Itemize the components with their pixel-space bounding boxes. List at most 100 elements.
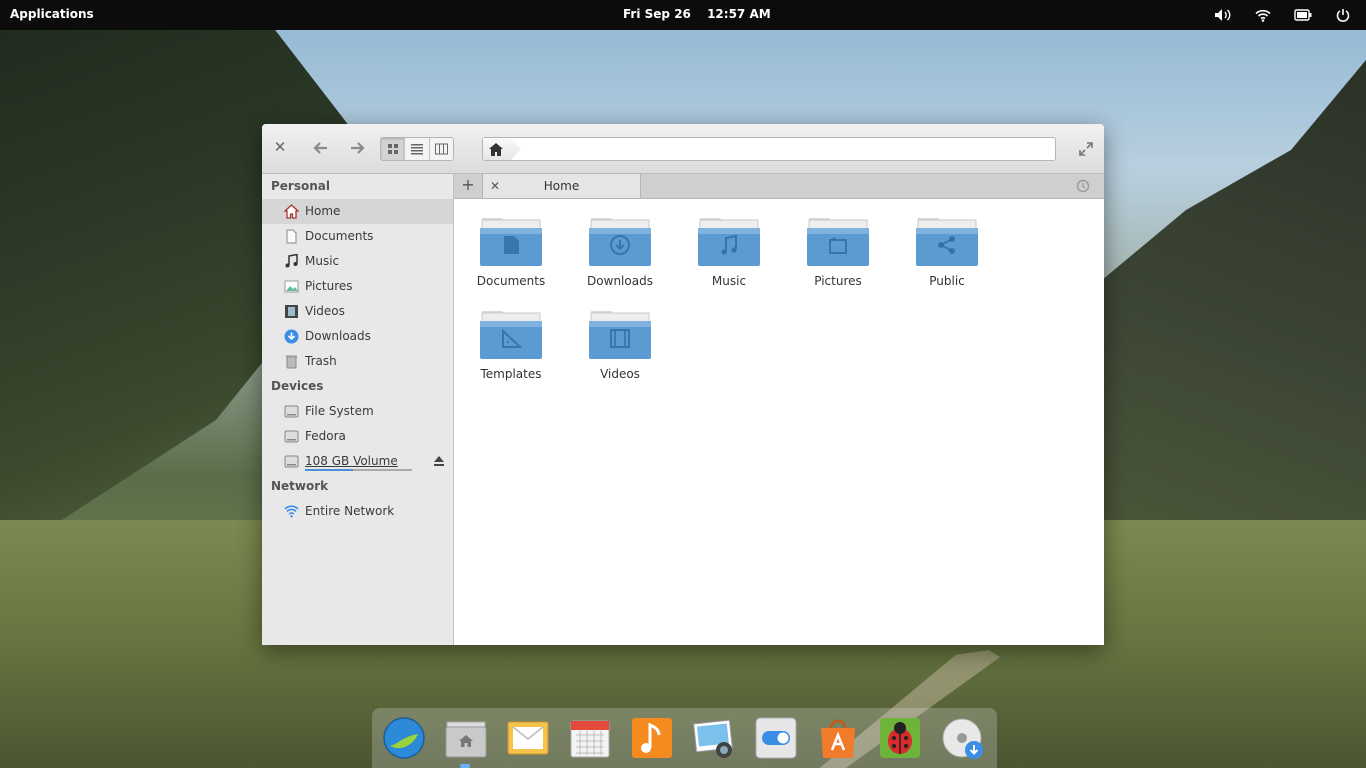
folder-public-icon: [916, 218, 978, 266]
volume-usage-bar: [305, 469, 412, 471]
sidebar-item-label: File System: [305, 404, 374, 418]
disc-installer-icon[interactable]: [940, 716, 984, 760]
files-icon[interactable]: [444, 716, 488, 760]
folder-videos[interactable]: Videos: [570, 307, 670, 381]
sidebar-item-label: 108 GB Volume: [305, 454, 398, 468]
back-button[interactable]: [312, 139, 332, 159]
sidebar-item-downloads[interactable]: Downloads: [262, 324, 453, 349]
video-icon: [285, 305, 298, 318]
clock[interactable]: Fri Sep 26 12:57 AM: [623, 7, 783, 21]
sidebar: Personal Home Documents Music Pictures V…: [262, 174, 454, 645]
sidebar-heading-network: Network: [271, 479, 329, 493]
maximize-icon: [1079, 142, 1093, 156]
bug-reporter-icon[interactable]: [878, 716, 922, 760]
file-label: Templates: [480, 367, 542, 381]
maximize-button[interactable]: [1079, 141, 1093, 156]
folder-downloads-icon: [589, 218, 651, 266]
file-label: Downloads: [587, 274, 653, 288]
volume-icon[interactable]: [1212, 6, 1234, 24]
sidebar-item-label: Music: [305, 254, 340, 268]
sidebar-item-file-system[interactable]: File System: [262, 399, 453, 424]
sidebar-item-label: Entire Network: [305, 504, 395, 518]
home-icon: [284, 204, 299, 219]
folder-pictures-icon: [807, 218, 869, 266]
file-manager-window: ✕ Personal Home Documents Music Pictures…: [262, 124, 1104, 645]
sidebar-item-home[interactable]: Home: [262, 199, 453, 224]
forward-button[interactable]: [348, 139, 368, 159]
battery-icon[interactable]: [1292, 6, 1314, 24]
folder-public[interactable]: Public: [897, 214, 997, 288]
applications-menu[interactable]: Applications: [10, 7, 94, 21]
download-icon: [284, 329, 299, 344]
file-label: Documents: [476, 274, 546, 288]
sidebar-item-pictures[interactable]: Pictures: [262, 274, 453, 299]
sidebar-item-label: Videos: [305, 304, 345, 318]
system-tray: [1212, 6, 1354, 24]
app-store-icon[interactable]: [816, 716, 860, 760]
photos-icon[interactable]: [692, 716, 736, 760]
folder-music[interactable]: Music: [679, 214, 779, 288]
sidebar-item-videos[interactable]: Videos: [262, 299, 453, 324]
sidebar-item-108gb-volume[interactable]: 108 GB Volume: [262, 449, 453, 474]
arrow-left-icon: [313, 142, 327, 154]
settings-icon[interactable]: [754, 716, 798, 760]
icon-view: Documents Downloads Music Pictures Publi…: [454, 199, 1104, 645]
drive-icon: [284, 430, 299, 443]
clock-time: 12:57 AM: [707, 7, 771, 21]
sidebar-item-label: Documents: [305, 229, 374, 243]
icon-view-button[interactable]: [381, 138, 406, 160]
calendar-icon[interactable]: [568, 716, 612, 760]
sidebar-item-entire-network[interactable]: Entire Network: [262, 499, 453, 524]
sidebar-item-label: Downloads: [305, 329, 371, 343]
list-view-button[interactable]: [405, 138, 430, 160]
sidebar-item-label: Home: [305, 204, 341, 218]
folder-documents[interactable]: Documents: [461, 214, 561, 288]
pictures-icon: [284, 280, 299, 293]
folder-templates[interactable]: Templates: [461, 307, 561, 381]
close-window-button[interactable]: ✕: [273, 140, 287, 155]
document-icon: [286, 229, 297, 244]
tab-home[interactable]: ✕ Home: [482, 174, 641, 198]
tab-bar: + ✕ Home: [454, 174, 1104, 199]
sidebar-item-trash[interactable]: Trash: [262, 349, 453, 374]
folder-music-icon: [698, 218, 760, 266]
file-label: Pictures: [814, 274, 862, 288]
arrow-right-icon: [351, 142, 365, 154]
home-icon: [489, 142, 503, 156]
folder-videos-icon: [589, 311, 651, 359]
folder-downloads[interactable]: Downloads: [570, 214, 670, 288]
view-switcher: [380, 137, 454, 161]
wifi-icon[interactable]: [1252, 6, 1274, 24]
file-label: Public: [929, 274, 965, 288]
list-icon: [410, 144, 423, 155]
sidebar-item-label: Trash: [305, 354, 337, 368]
browser-icon[interactable]: [382, 716, 426, 760]
power-icon[interactable]: [1332, 6, 1354, 24]
sidebar-heading-devices: Devices: [271, 379, 324, 393]
eject-icon[interactable]: [433, 455, 445, 467]
sidebar-item-label: Fedora: [305, 429, 346, 443]
tab-label: Home: [543, 179, 580, 193]
folder-templates-icon: [480, 311, 542, 359]
folder-pictures[interactable]: Pictures: [788, 214, 888, 288]
sidebar-item-fedora[interactable]: Fedora: [262, 424, 453, 449]
mail-icon[interactable]: [506, 716, 550, 760]
location-bar[interactable]: [482, 137, 1056, 161]
drive-icon: [284, 455, 299, 468]
file-label: Videos: [600, 367, 640, 381]
column-view-button[interactable]: [430, 138, 453, 160]
new-tab-button[interactable]: +: [460, 177, 476, 193]
sidebar-item-documents[interactable]: Documents: [262, 224, 453, 249]
music-player-icon[interactable]: [630, 716, 674, 760]
drive-icon: [284, 405, 299, 418]
wallpaper-mountain-right: [1066, 60, 1366, 560]
volume-usage-fill: [305, 469, 354, 471]
top-panel: Applications Fri Sep 26 12:57 AM: [0, 0, 1366, 30]
headerbar: ✕: [262, 124, 1104, 174]
file-label: Music: [711, 274, 747, 288]
history-icon[interactable]: [1076, 179, 1090, 193]
sidebar-heading-personal: Personal: [271, 179, 330, 193]
path-home-button[interactable]: [483, 138, 521, 160]
sidebar-item-music[interactable]: Music: [262, 249, 453, 274]
music-icon: [285, 254, 298, 268]
